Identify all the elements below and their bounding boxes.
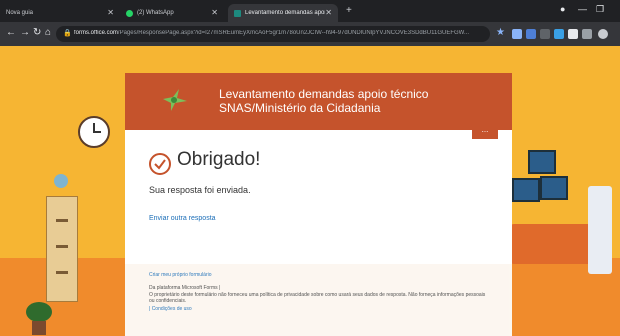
plant-illustration — [26, 302, 52, 322]
minimize-icon[interactable]: — — [578, 4, 587, 14]
picture-frame-illustration — [512, 178, 540, 202]
tab-whatsapp[interactable]: (2) WhatsApp ✕ — [120, 4, 224, 22]
more-options-button[interactable]: ... — [472, 125, 498, 139]
extension-icon[interactable] — [540, 29, 550, 39]
privacy-disclaimer: O proprietário deste formulário não forn… — [149, 292, 486, 304]
globe-illustration — [54, 174, 68, 188]
address-bar[interactable]: 🔒 forms.office.com/Pages/ResponsePage.as… — [56, 26, 490, 42]
page-content: Levantamento demandas apoio técnico SNAS… — [0, 46, 620, 336]
water-cooler-illustration — [588, 186, 612, 274]
check-circle-icon — [149, 153, 171, 175]
puzzle-icon[interactable] — [582, 29, 592, 39]
back-icon[interactable]: ← — [6, 27, 16, 38]
cabinet-illustration — [46, 196, 78, 302]
form-header: Levantamento demandas apoio técnico SNAS… — [125, 73, 512, 130]
star-icon[interactable]: ★ — [496, 27, 505, 38]
terms-link[interactable]: | Condições de uso — [149, 306, 192, 312]
clock-illustration — [78, 116, 110, 148]
create-own-form-link[interactable]: Criar meu próprio formulário — [149, 272, 212, 278]
form-title: Levantamento demandas apoio técnico SNAS… — [219, 87, 429, 115]
avatar[interactable] — [598, 29, 608, 39]
lock-icon: 🔒 — [63, 30, 72, 37]
pot-illustration — [32, 321, 46, 335]
url-text: forms.office.com/Pages/ResponsePage.aspx… — [74, 30, 469, 36]
picture-frame-illustration — [540, 176, 568, 200]
new-tab-button[interactable]: + — [346, 5, 352, 16]
tab-nova-guia[interactable]: Nova guia ✕ — [0, 4, 120, 22]
close-icon[interactable]: ✕ — [325, 8, 332, 17]
address-toolbar: ← → ↻ ⌂ 🔒 forms.office.com/Pages/Respons… — [0, 22, 620, 46]
thanks-heading: Obrigado! — [177, 149, 261, 170]
home-icon[interactable]: ⌂ — [45, 27, 51, 38]
tab-label: (2) WhatsApp — [137, 10, 174, 16]
hummingbird-logo — [163, 89, 187, 111]
forward-icon[interactable]: → — [20, 27, 30, 38]
picture-frame-illustration — [528, 150, 556, 174]
profile-icon[interactable]: ● — [560, 4, 565, 14]
platform-text: Da plataforma Microsoft Forms | — [149, 285, 221, 291]
extension-icon[interactable] — [512, 29, 522, 39]
response-card: Levantamento demandas apoio técnico SNAS… — [125, 73, 512, 336]
browser-titlebar: Nova guia ✕ (2) WhatsApp ✕ Levantamento … — [0, 0, 620, 22]
submitted-message: Sua resposta foi enviada. — [149, 185, 251, 195]
tab-label: Nova guia — [6, 10, 34, 16]
forms-icon — [234, 9, 241, 17]
extension-icon[interactable] — [554, 29, 564, 39]
tab-forms[interactable]: Levantamento demandas apoio t ✕ — [228, 4, 338, 22]
reload-icon[interactable]: ↻ — [33, 27, 41, 38]
extension-icon[interactable] — [526, 29, 536, 39]
close-icon[interactable]: ✕ — [107, 8, 114, 17]
sofa-illustration — [510, 224, 600, 264]
maximize-icon[interactable]: ❐ — [596, 4, 604, 15]
submit-another-link[interactable]: Enviar outra resposta — [149, 215, 216, 222]
tab-label: Levantamento demandas apoio t — [245, 10, 325, 16]
whatsapp-icon — [126, 9, 133, 17]
extension-icon[interactable] — [568, 29, 578, 39]
form-footer: Criar meu próprio formulário Da platafor… — [125, 264, 512, 336]
close-icon[interactable]: ✕ — [211, 8, 218, 17]
